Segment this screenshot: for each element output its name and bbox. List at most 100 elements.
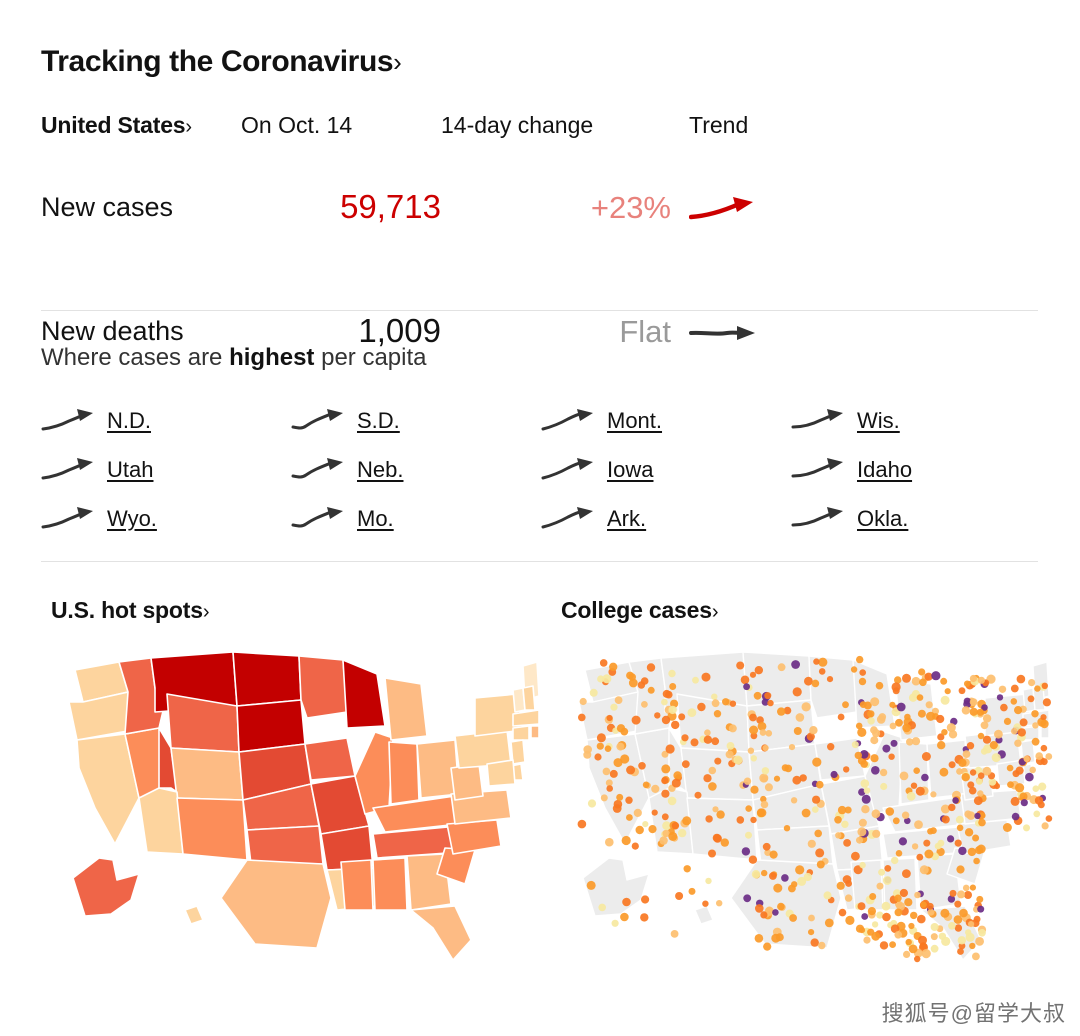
- college-case-dot: [861, 913, 869, 920]
- college-case-dot: [843, 839, 851, 847]
- per-capita-state-label[interactable]: Mont.: [607, 408, 662, 434]
- college-case-dot: [602, 674, 612, 684]
- college-case-dot: [748, 855, 758, 864]
- per-capita-state-label[interactable]: Iowa: [607, 457, 653, 483]
- college-case-dot: [763, 942, 772, 951]
- per-capita-state-item[interactable]: Mo.: [291, 494, 541, 543]
- college-case-dot: [1007, 781, 1014, 788]
- college-case-dot: [842, 701, 849, 709]
- college-case-dot: [954, 900, 962, 908]
- college-case-dot: [596, 733, 606, 743]
- per-capita-state-item[interactable]: Utah: [41, 445, 291, 494]
- per-capita-state-item[interactable]: Idaho: [791, 445, 1041, 494]
- per-capita-state-item[interactable]: Neb.: [291, 445, 541, 494]
- college-case-dot: [962, 884, 970, 892]
- per-capita-state-item[interactable]: Ark.: [541, 494, 791, 543]
- college-case-dot: [640, 677, 649, 685]
- sparkline-up-arrow-icon: [291, 457, 343, 478]
- college-case-dot: [616, 742, 625, 751]
- per-capita-state-label[interactable]: Idaho: [857, 457, 912, 483]
- per-capita-state-label[interactable]: N.D.: [107, 408, 151, 434]
- college-case-dot: [974, 812, 981, 820]
- per-capita-state-item[interactable]: Mont.: [541, 396, 791, 445]
- college-map-state-nd: [742, 651, 812, 707]
- college-case-dot: [804, 676, 813, 686]
- college-case-dot: [577, 819, 587, 829]
- per-capita-state-item[interactable]: Iowa: [541, 445, 791, 494]
- college-case-dot: [1020, 799, 1028, 807]
- per-capita-state-label[interactable]: Ark.: [607, 506, 646, 532]
- page-title[interactable]: Tracking the Coronavirus›: [41, 47, 402, 77]
- college-case-dot: [651, 809, 658, 816]
- college-case-dot: [751, 870, 761, 879]
- college-case-dot: [683, 865, 691, 873]
- college-case-dot: [596, 742, 604, 750]
- us-hot-spots-map[interactable]: [55, 648, 545, 968]
- college-case-dot: [594, 753, 602, 761]
- college-case-dot: [957, 936, 966, 945]
- college-case-dot: [940, 677, 948, 685]
- per-capita-state-item[interactable]: Okla.: [791, 494, 1041, 543]
- college-case-dot: [648, 825, 657, 834]
- college-case-dot: [973, 796, 983, 806]
- row-label-new-cases: New cases: [41, 192, 174, 222]
- college-case-dot: [1041, 682, 1048, 689]
- per-capita-state-label[interactable]: Neb.: [357, 457, 403, 483]
- per-capita-state-label[interactable]: S.D.: [357, 408, 400, 434]
- row-label-new-deaths: New deaths: [41, 316, 184, 346]
- college-case-dot: [841, 820, 849, 828]
- college-case-dot: [703, 774, 712, 783]
- college-case-dot: [638, 762, 646, 770]
- college-case-dot: [773, 883, 783, 893]
- per-capita-state-label[interactable]: Utah: [107, 457, 153, 483]
- college-case-dot: [711, 693, 718, 700]
- per-capita-state-item[interactable]: N.D.: [41, 396, 291, 445]
- college-case-dot: [968, 921, 975, 928]
- per-capita-state-item[interactable]: Wis.: [791, 396, 1041, 445]
- sparkline-up-arrow-icon: [291, 408, 343, 429]
- college-case-dot: [610, 703, 618, 711]
- college-case-dot: [749, 725, 759, 735]
- sparkline-up-arrow-icon: [541, 457, 593, 479]
- college-cases-link[interactable]: College cases›: [561, 597, 719, 624]
- college-case-dot: [1011, 727, 1018, 735]
- college-case-dot: [917, 709, 926, 718]
- college-case-dot: [1045, 753, 1053, 760]
- college-case-dot: [871, 809, 881, 819]
- college-case-dot: [777, 707, 786, 716]
- college-case-dot: [1014, 706, 1023, 715]
- row-change-new-cases: +23%: [590, 190, 671, 225]
- hot-spots-link[interactable]: U.S. hot spots›: [51, 597, 209, 624]
- per-capita-state-label[interactable]: Okla.: [857, 506, 908, 532]
- per-capita-state-item[interactable]: S.D.: [291, 396, 541, 445]
- per-capita-state-label[interactable]: Mo.: [357, 506, 394, 532]
- college-case-dot: [579, 697, 587, 706]
- college-case-dot: [996, 694, 1004, 701]
- college-cases-map[interactable]: [565, 648, 1055, 968]
- per-capita-state-item[interactable]: Wyo.: [41, 494, 291, 543]
- college-case-dot: [882, 912, 891, 922]
- college-case-dot: [1015, 766, 1024, 775]
- college-case-dot: [905, 938, 912, 946]
- college-case-dot: [879, 768, 888, 777]
- college-case-dot: [1032, 722, 1039, 729]
- college-case-dot: [959, 908, 968, 918]
- college-case-dot: [969, 769, 977, 776]
- college-case-dot: [956, 865, 965, 874]
- per-capita-state-label[interactable]: Wyo.: [107, 506, 157, 532]
- college-case-dot: [948, 922, 956, 930]
- college-case-dot: [845, 915, 855, 925]
- college-case-dot: [870, 736, 879, 745]
- arrow-flat-gray-icon: [689, 318, 763, 353]
- per-capita-state-label[interactable]: Wis.: [857, 408, 900, 434]
- college-case-dot: [938, 932, 947, 940]
- college-case-dot: [975, 937, 984, 946]
- college-case-dot: [1034, 685, 1041, 692]
- college-case-dot: [587, 799, 597, 808]
- college-case-dot: [953, 915, 963, 924]
- college-case-dot: [964, 810, 972, 818]
- college-case-dot: [777, 663, 786, 672]
- college-case-dot: [878, 868, 886, 876]
- college-case-dot: [762, 842, 771, 851]
- region-link[interactable]: United States›: [41, 112, 192, 139]
